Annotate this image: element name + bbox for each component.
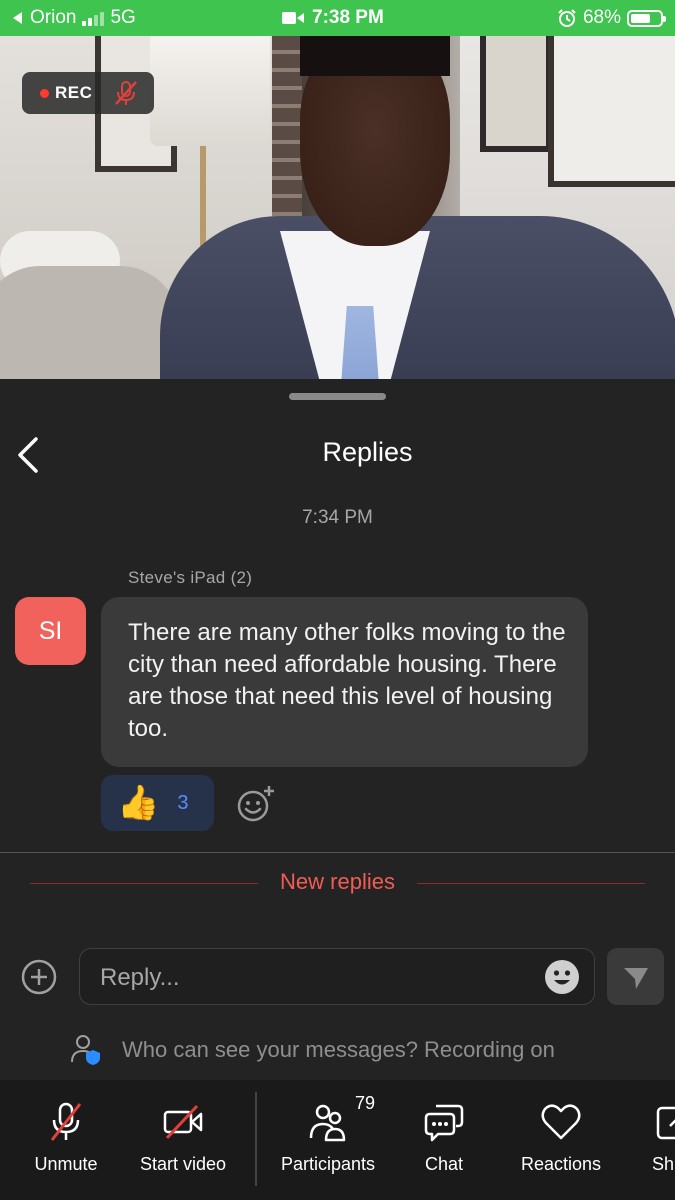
thumbs-up-reaction[interactable]: 👍 3: [101, 775, 214, 831]
reply-input-container[interactable]: [79, 948, 595, 1005]
share-button[interactable]: Sh: [648, 1080, 675, 1200]
page-title: Replies: [322, 437, 413, 467]
recording-badge[interactable]: REC: [22, 72, 154, 114]
chat-label: Chat: [424, 1154, 464, 1174]
participants-label: Participants: [280, 1154, 376, 1174]
sheet-drag-handle[interactable]: [289, 393, 386, 400]
new-replies-separator: New replies: [0, 869, 675, 899]
chat-icon: [424, 1104, 464, 1142]
participants-count-badge: 79: [355, 1093, 376, 1113]
user-shield-icon: [71, 1035, 100, 1065]
zoom-meeting-screen: Orion 5G 7:38 PM 68% REC Replies 7:34 PM…: [0, 0, 675, 1200]
mic-muted-icon: [50, 1102, 82, 1141]
emoji-icon[interactable]: [544, 959, 580, 995]
message-text: There are many other folks moving to the…: [128, 619, 566, 742]
battery-icon: [627, 9, 666, 27]
new-replies-label: New replies: [280, 869, 395, 894]
share-label: Sh: [652, 1154, 675, 1174]
thumbs-up-icon: 👍: [117, 784, 160, 822]
reply-input[interactable]: [98, 961, 522, 995]
start-video-button[interactable]: Start video: [132, 1080, 234, 1200]
start-video-label: Start video: [139, 1154, 227, 1174]
chat-button[interactable]: Chat: [414, 1080, 474, 1200]
privacy-text: Who can see your messages? Recording on: [122, 1037, 555, 1062]
add-attachment-icon[interactable]: [20, 958, 58, 996]
status-bar: Orion 5G 7:38 PM 68%: [0, 0, 675, 36]
avatar[interactable]: SI: [15, 597, 86, 665]
toolbar-separator: [255, 1092, 257, 1186]
avatar-initials: SI: [38, 616, 63, 645]
divider: [0, 852, 675, 853]
reactions-label: Reactions: [520, 1154, 602, 1174]
video-recording-icon: [282, 12, 304, 24]
reaction-count: 3: [177, 791, 189, 814]
heart-icon: [541, 1104, 581, 1140]
privacy-notice[interactable]: Who can see your messages? Recording on: [70, 1030, 555, 1070]
meeting-toolbar: Unmute Start video Participants Chat Rea…: [0, 1080, 675, 1200]
recording-dot-icon: [40, 88, 49, 98]
recording-label: REC: [55, 83, 93, 102]
network-label: 5G: [110, 7, 136, 28]
send-button[interactable]: [607, 948, 664, 1005]
alarm-icon: [558, 9, 576, 27]
send-icon: [623, 967, 648, 989]
unmute-label: Unmute: [34, 1154, 98, 1174]
status-right: 68%: [557, 7, 666, 29]
back-triangle-icon: [13, 12, 22, 24]
add-reaction-icon[interactable]: [236, 784, 276, 824]
clock: 7:38 PM: [312, 7, 384, 28]
share-icon: [656, 1106, 675, 1140]
video-off-icon: [163, 1104, 203, 1140]
back-app-label: Orion: [30, 7, 77, 28]
participants-icon: [309, 1104, 346, 1142]
message-bubble[interactable]: There are many other folks moving to the…: [101, 597, 588, 767]
mic-muted-icon: [115, 81, 138, 105]
signal-icon: [82, 10, 105, 26]
sender-name: Steve's iPad (2): [128, 568, 253, 587]
battery-percent: 68%: [582, 7, 621, 28]
message-timestamp: 7:34 PM: [302, 507, 373, 528]
unmute-button[interactable]: Unmute: [28, 1080, 104, 1200]
status-center: 7:38 PM: [282, 7, 384, 29]
back-to-app[interactable]: Orion 5G: [12, 7, 136, 29]
reactions-button[interactable]: Reactions: [514, 1080, 608, 1200]
